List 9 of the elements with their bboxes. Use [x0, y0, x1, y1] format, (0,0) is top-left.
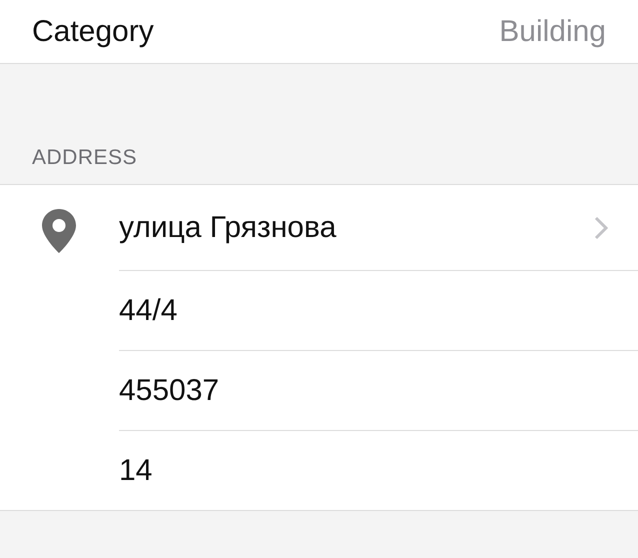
- section-header: ADDRESS: [32, 146, 138, 170]
- location-pin-icon: [42, 209, 76, 253]
- chevron-icon: [594, 216, 608, 240]
- address-text: 455037: [119, 374, 220, 408]
- address-text[interactable]: улица Грязнова: [119, 210, 336, 244]
- category-label: Category: [32, 14, 154, 48]
- address-text: 14: [119, 454, 152, 488]
- address-text: 44/4: [119, 294, 178, 328]
- category-value: Building: [499, 14, 606, 48]
